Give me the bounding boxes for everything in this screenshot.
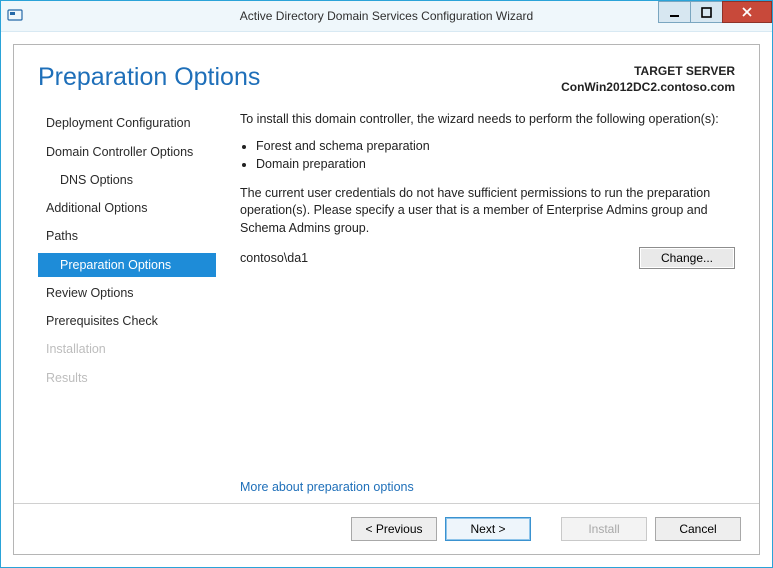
operations-list: Forest and schema preparation Domain pre… bbox=[240, 139, 735, 171]
titlebar: Active Directory Domain Services Configu… bbox=[1, 1, 772, 32]
step-preparation-options[interactable]: Preparation Options bbox=[38, 253, 216, 277]
page-title: Preparation Options bbox=[38, 63, 260, 92]
next-button[interactable]: Next > bbox=[445, 517, 531, 541]
step-dns-options[interactable]: DNS Options bbox=[38, 168, 216, 192]
step-paths[interactable]: Paths bbox=[38, 224, 216, 248]
window-title: Active Directory Domain Services Configu… bbox=[1, 9, 772, 23]
change-credentials-button[interactable]: Change... bbox=[639, 247, 735, 269]
target-server-label: TARGET SERVER bbox=[561, 63, 735, 79]
main-panel: To install this domain controller, the w… bbox=[216, 111, 735, 503]
page-header: Preparation Options TARGET SERVER ConWin… bbox=[14, 45, 759, 105]
step-review-options[interactable]: Review Options bbox=[38, 281, 216, 305]
step-domain-controller-options[interactable]: Domain Controller Options bbox=[38, 140, 216, 164]
operation-item: Forest and schema preparation bbox=[256, 139, 735, 153]
more-about-link[interactable]: More about preparation options bbox=[240, 480, 414, 494]
close-button[interactable] bbox=[722, 1, 772, 23]
intro-text: To install this domain controller, the w… bbox=[240, 111, 735, 129]
footer: < Previous Next > Install Cancel bbox=[14, 503, 759, 554]
cancel-button[interactable]: Cancel bbox=[655, 517, 741, 541]
target-server-block: TARGET SERVER ConWin2012DC2.contoso.com bbox=[561, 63, 735, 95]
step-deployment-configuration[interactable]: Deployment Configuration bbox=[38, 111, 216, 135]
wizard-window: Active Directory Domain Services Configu… bbox=[0, 0, 773, 568]
window-controls bbox=[659, 1, 772, 23]
step-results: Results bbox=[38, 366, 216, 390]
steps-sidebar: Deployment Configuration Domain Controll… bbox=[38, 111, 216, 503]
permissions-text: The current user credentials do not have… bbox=[240, 185, 735, 238]
install-button: Install bbox=[561, 517, 647, 541]
credential-value: contoso\da1 bbox=[240, 251, 639, 265]
body: Deployment Configuration Domain Controll… bbox=[14, 105, 759, 503]
previous-button[interactable]: < Previous bbox=[351, 517, 437, 541]
step-additional-options[interactable]: Additional Options bbox=[38, 196, 216, 220]
app-icon bbox=[7, 8, 23, 24]
step-prerequisites-check[interactable]: Prerequisites Check bbox=[38, 309, 216, 333]
maximize-button[interactable] bbox=[690, 1, 723, 23]
credential-row: contoso\da1 Change... bbox=[240, 247, 735, 269]
content-frame: Preparation Options TARGET SERVER ConWin… bbox=[13, 44, 760, 555]
step-installation: Installation bbox=[38, 337, 216, 361]
target-server-name: ConWin2012DC2.contoso.com bbox=[561, 79, 735, 95]
operation-item: Domain preparation bbox=[256, 157, 735, 171]
minimize-button[interactable] bbox=[658, 1, 691, 23]
